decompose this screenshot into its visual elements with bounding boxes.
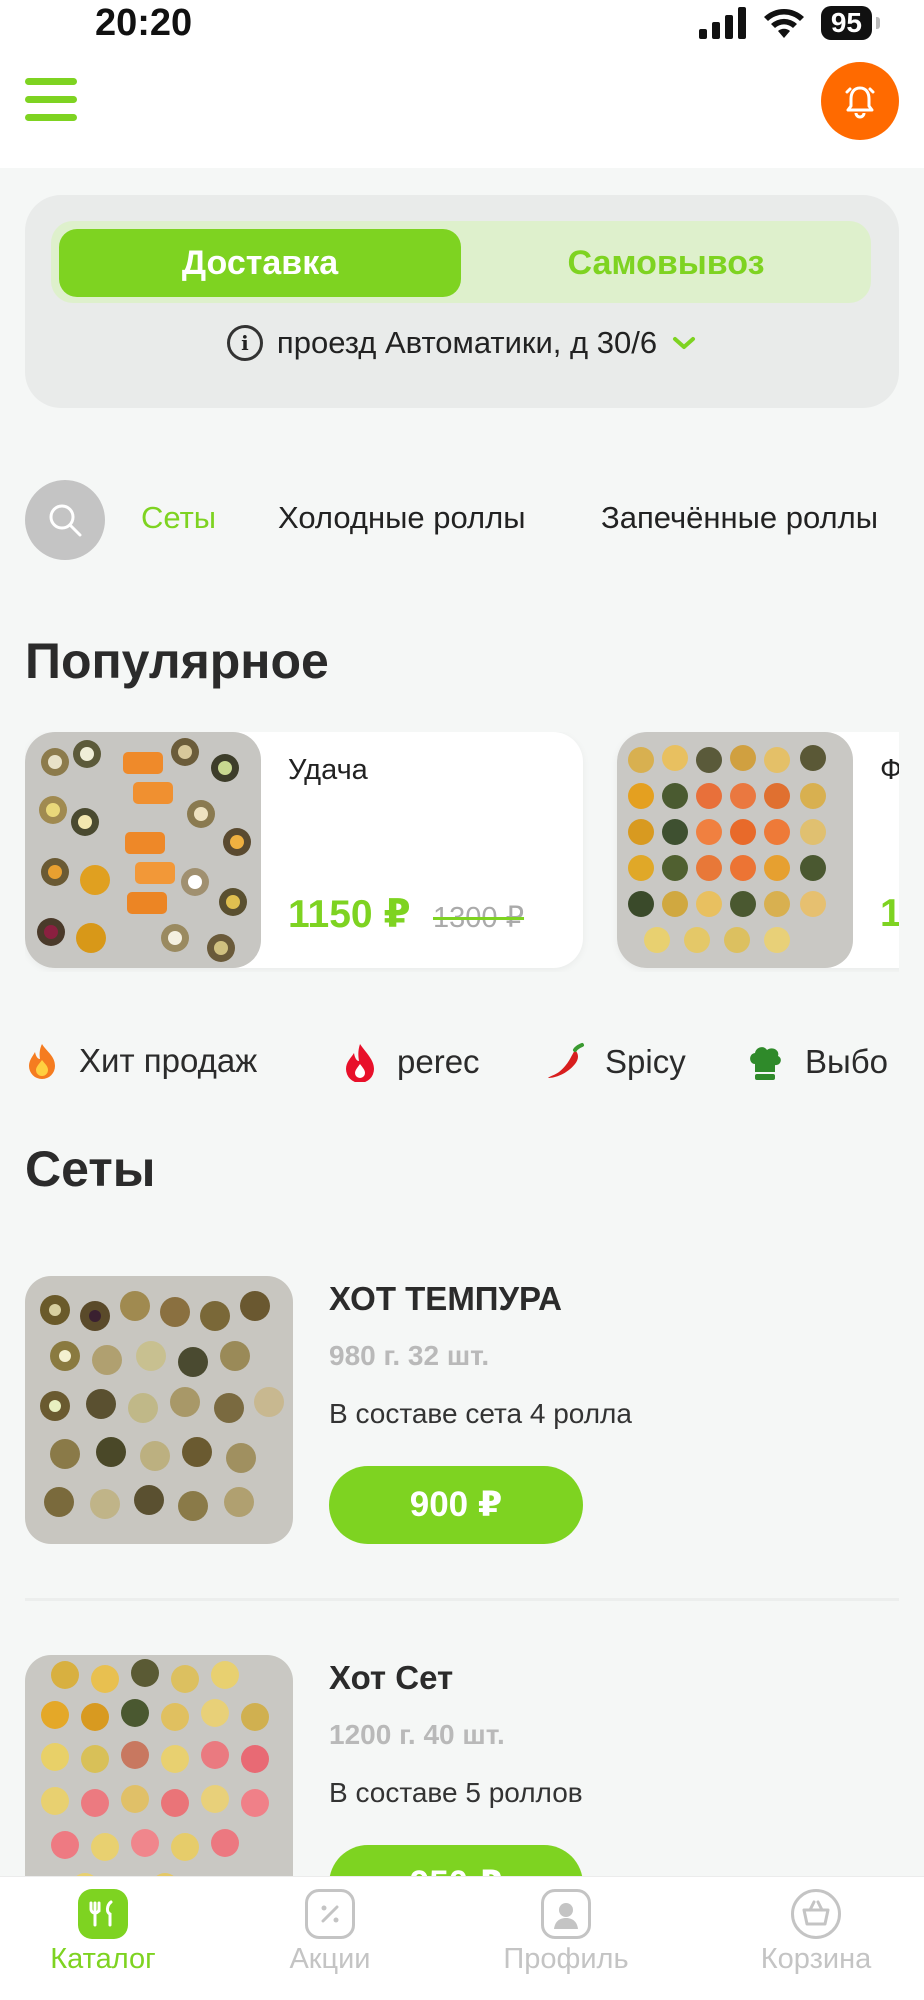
popular-card[interactable]: Ф 1 xyxy=(617,732,899,968)
tab-profile[interactable]: Профиль xyxy=(466,1889,666,1976)
bell-icon xyxy=(845,86,875,119)
product-name: ХОТ ТЕМПУРА xyxy=(329,1280,562,1317)
popular-item-old-price: 1300 ₽ xyxy=(433,902,525,934)
product-description: В составе сета 4 ролла xyxy=(329,1398,632,1429)
notifications-button[interactable] xyxy=(821,62,899,140)
sets-heading: Сеты xyxy=(25,1141,156,1197)
search-button[interactable] xyxy=(25,480,105,560)
category-tab-baked-rolls[interactable]: Запечённые роллы xyxy=(601,500,878,536)
tab-label: Профиль xyxy=(503,1943,629,1975)
category-tab-cold-rolls[interactable]: Холодные роллы xyxy=(278,500,526,536)
tag-label: perec xyxy=(397,1043,480,1080)
discount-icon xyxy=(305,1889,355,1939)
address-selector[interactable]: i проезд Автоматики, д 30/6 xyxy=(25,325,899,361)
popular-carousel: Удача 1150 ₽ 1300 ₽ Ф 1 xyxy=(25,732,899,972)
popular-item-name: Удача xyxy=(288,754,368,786)
flame-icon xyxy=(346,1044,374,1082)
bottom-tab-bar: Каталог Акции Профиль Корзина xyxy=(0,1876,924,2000)
popular-item-name: Ф xyxy=(880,754,899,786)
info-icon: i xyxy=(226,325,263,361)
top-bar xyxy=(0,50,924,168)
battery-indicator: 95 xyxy=(820,6,881,40)
status-time: 20:20 xyxy=(95,2,193,44)
tag-label: Spicy xyxy=(605,1043,686,1080)
tab-cart[interactable]: Корзина xyxy=(716,1889,916,1976)
tag-spicy[interactable]: Spicy xyxy=(545,1042,686,1082)
catalog-icon xyxy=(78,1889,128,1939)
tag-label: Хит продаж xyxy=(79,1042,258,1079)
tab-catalog[interactable]: Каталог xyxy=(3,1889,203,1976)
tag-label: Выбо xyxy=(805,1043,888,1080)
add-to-cart-button[interactable]: 900 ₽ xyxy=(329,1466,583,1544)
tag-perec[interactable]: perec xyxy=(343,1042,480,1082)
tab-label: Акции xyxy=(289,1943,371,1975)
product-image xyxy=(25,1276,293,1544)
chili-icon xyxy=(548,1043,584,1078)
status-icons: 95 xyxy=(698,6,881,40)
product-meta: 980 г. 32 шт. xyxy=(329,1340,490,1371)
delivery-option-pickup[interactable]: Самовывоз xyxy=(461,229,871,297)
popular-item-price: 1150 ₽ xyxy=(288,893,411,936)
popular-card[interactable]: Удача 1150 ₽ 1300 ₽ xyxy=(25,732,583,968)
popular-item-price: 1 xyxy=(880,892,899,935)
chef-hat-icon xyxy=(750,1047,781,1080)
product-card[interactable]: ХОТ ТЕМПУРА 980 г. 32 шт. В составе сета… xyxy=(25,1276,899,1546)
hamburger-icon[interactable] xyxy=(25,78,77,124)
chevron-down-icon xyxy=(673,337,696,349)
tab-label: Корзина xyxy=(760,1943,872,1975)
tag-hit[interactable]: Хит продаж xyxy=(25,1042,257,1080)
status-bar: 20:20 95 xyxy=(0,0,924,50)
popular-heading: Популярное xyxy=(25,633,329,689)
tab-label: Каталог xyxy=(50,1943,156,1975)
fire-icon xyxy=(29,1044,55,1079)
tab-promotions[interactable]: Акции xyxy=(230,1889,430,1976)
divider xyxy=(25,1598,899,1601)
product-name: Хот Сет xyxy=(329,1659,454,1696)
product-image xyxy=(25,732,261,968)
address-text: проезд Автоматики, д 30/6 xyxy=(276,325,658,360)
delivery-card: Доставка Самовывоз i проезд Автоматики, … xyxy=(25,195,899,408)
product-image xyxy=(617,732,853,968)
tag-filters: Хит продаж perec Spicy Выбо xyxy=(25,1042,899,1094)
profile-icon xyxy=(541,1889,591,1939)
wifi-icon xyxy=(763,8,804,38)
product-description: В составе 5 роллов xyxy=(329,1777,583,1808)
category-tab-sets[interactable]: Сеты xyxy=(141,500,216,536)
tag-choice[interactable]: Выбо xyxy=(745,1042,888,1082)
search-icon xyxy=(49,504,82,537)
delivery-option-delivery[interactable]: Доставка xyxy=(59,229,461,297)
product-meta: 1200 г. 40 шт. xyxy=(329,1719,505,1750)
category-nav: Сеты Холодные роллы Запечённые роллы xyxy=(25,480,899,562)
basket-icon xyxy=(791,1889,841,1939)
delivery-toggle: Доставка Самовывоз xyxy=(51,221,871,303)
signal-icon xyxy=(698,7,746,39)
